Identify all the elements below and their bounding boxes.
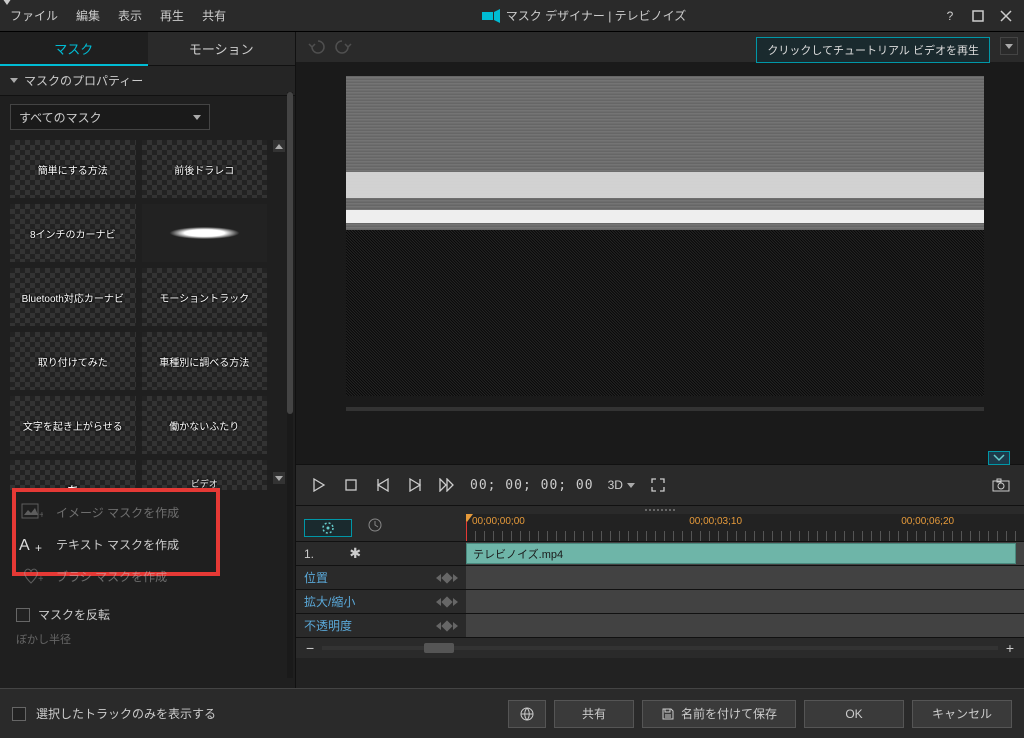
- mask-item[interactable]: 取り付けてみた: [10, 332, 136, 390]
- zoom-out-button[interactable]: −: [306, 640, 314, 656]
- share-button[interactable]: 共有: [554, 700, 634, 728]
- playback-bar: 00; 00; 00; 00 3D: [296, 464, 1024, 506]
- playhead[interactable]: [466, 514, 467, 541]
- mask-filter-dropdown[interactable]: すべてのマスク: [10, 104, 210, 130]
- 3d-toggle[interactable]: 3D: [608, 478, 635, 492]
- panel-scrollbar[interactable]: [287, 92, 293, 678]
- maximize-icon[interactable]: [970, 8, 986, 24]
- tab-mask[interactable]: マスク: [0, 32, 148, 66]
- mask-item[interactable]: ぁ: [10, 460, 136, 490]
- tab-motion[interactable]: モーション: [148, 32, 296, 66]
- blur-radius-label: ぼかし半径: [10, 629, 285, 649]
- keyframe-mode-button[interactable]: [304, 519, 352, 537]
- mask-item[interactable]: 働かないふたり: [142, 396, 268, 454]
- clock-mode-button[interactable]: [368, 518, 382, 537]
- collapse-button[interactable]: [988, 451, 1010, 465]
- svg-text:+: +: [35, 541, 42, 554]
- scroll-up-icon[interactable]: [273, 140, 285, 152]
- create-text-mask-button[interactable]: A+ テキスト マスクを作成: [10, 528, 285, 560]
- chevron-down-icon: [193, 115, 201, 120]
- mask-item[interactable]: 簡単にする方法: [10, 140, 136, 198]
- zoom-in-button[interactable]: +: [1006, 640, 1014, 656]
- menu-share[interactable]: 共有: [202, 7, 226, 24]
- mask-item[interactable]: 文字を起き上がらせる: [10, 396, 136, 454]
- stop-button[interactable]: [342, 476, 360, 494]
- undo-button[interactable]: [306, 37, 326, 57]
- preview-scrubber[interactable]: [346, 402, 984, 416]
- menu-bar: ファイル 編集 表示 再生 共有 マスク デザイナー | テレビノイズ ?: [0, 0, 1024, 32]
- timeline-panel: 00;00;00;00 00;00;03;10 00;00;06;20 1. ✱…: [296, 506, 1024, 688]
- right-panel: クリックしてチュートリアル ビデオを再生 00; 00; 00;: [295, 32, 1024, 688]
- fast-forward-button[interactable]: [438, 476, 456, 494]
- menu-play[interactable]: 再生: [160, 7, 184, 24]
- tutorial-tooltip[interactable]: クリックしてチュートリアル ビデオを再生: [756, 37, 990, 63]
- save-icon: [661, 707, 675, 721]
- keyframe-track[interactable]: [466, 614, 1024, 637]
- invert-mask-row[interactable]: マスクを反転: [10, 600, 285, 629]
- timeline-ruler[interactable]: 00;00;00;00 00;00;03;10 00;00;06;20: [466, 514, 1024, 541]
- svg-text:A: A: [19, 537, 30, 554]
- ok-button[interactable]: OK: [804, 700, 904, 728]
- heart-icon: +: [16, 564, 48, 588]
- mask-item[interactable]: [142, 204, 268, 262]
- scroll-down-icon[interactable]: [273, 472, 285, 484]
- snapshot-button[interactable]: [992, 476, 1010, 494]
- save-as-button[interactable]: 名前を付けて保存: [642, 700, 796, 728]
- cancel-button[interactable]: キャンセル: [912, 700, 1012, 728]
- preview-options-dropdown[interactable]: [1000, 37, 1018, 55]
- chevron-down-icon: [10, 78, 18, 83]
- create-brush-mask-button[interactable]: + ブラシ マスクを作成: [10, 560, 285, 592]
- timeline-clip[interactable]: テレビノイズ.mp4: [466, 543, 1016, 564]
- fullscreen-button[interactable]: [649, 476, 667, 494]
- resize-grip[interactable]: [296, 506, 1024, 514]
- mask-item[interactable]: Bluetooth対応カーナビ: [10, 268, 136, 326]
- zoom-slider[interactable]: [322, 646, 998, 650]
- help-icon[interactable]: ?: [942, 8, 958, 24]
- mask-properties-header[interactable]: マスクのプロパティー: [0, 66, 295, 96]
- create-image-mask-button[interactable]: + イメージ マスクを作成: [10, 496, 285, 528]
- svg-text:+: +: [39, 510, 43, 521]
- show-selected-checkbox[interactable]: [12, 707, 26, 721]
- keyframe-track[interactable]: [466, 590, 1024, 613]
- mask-item[interactable]: 前後ドラレコ: [142, 140, 268, 198]
- menu-file[interactable]: ファイル: [10, 7, 58, 24]
- menu-view[interactable]: 表示: [118, 7, 142, 24]
- app-icon: [482, 9, 500, 23]
- globe-button[interactable]: [508, 700, 546, 728]
- mask-thumbnail-grid: 簡単にする方法 前後ドラレコ 8インチのカーナビ Bluetooth対応カーナビ…: [10, 140, 285, 490]
- close-icon[interactable]: [998, 8, 1014, 24]
- window-title: マスク デザイナー | テレビノイズ: [244, 7, 924, 24]
- mask-item[interactable]: モーショントラック: [142, 268, 268, 326]
- timecode-display[interactable]: 00; 00; 00; 00: [470, 478, 594, 493]
- text-icon: A+: [16, 532, 48, 556]
- play-button[interactable]: [310, 476, 328, 494]
- svg-text:+: +: [38, 574, 43, 585]
- checkbox[interactable]: [16, 608, 30, 622]
- preview-canvas[interactable]: [346, 76, 984, 396]
- keyframe-track[interactable]: [466, 566, 1024, 589]
- left-panel: マスク モーション マスクのプロパティー すべてのマスク 簡単にする方法 前後ド…: [0, 32, 295, 688]
- image-icon: +: [16, 500, 48, 524]
- show-selected-label: 選択したトラックのみを表示する: [36, 705, 216, 722]
- menu-edit[interactable]: 編集: [76, 7, 100, 24]
- mask-item[interactable]: 車種別に調べる方法: [142, 332, 268, 390]
- prev-frame-button[interactable]: [374, 476, 392, 494]
- mask-item[interactable]: 8インチのカーナビ: [10, 204, 136, 262]
- mask-item[interactable]: ビデオドラマ: [142, 460, 268, 490]
- redo-button[interactable]: [334, 37, 354, 57]
- bottom-bar: 選択したトラックのみを表示する 共有 名前を付けて保存 OK キャンセル: [0, 688, 1024, 738]
- next-frame-button[interactable]: [406, 476, 424, 494]
